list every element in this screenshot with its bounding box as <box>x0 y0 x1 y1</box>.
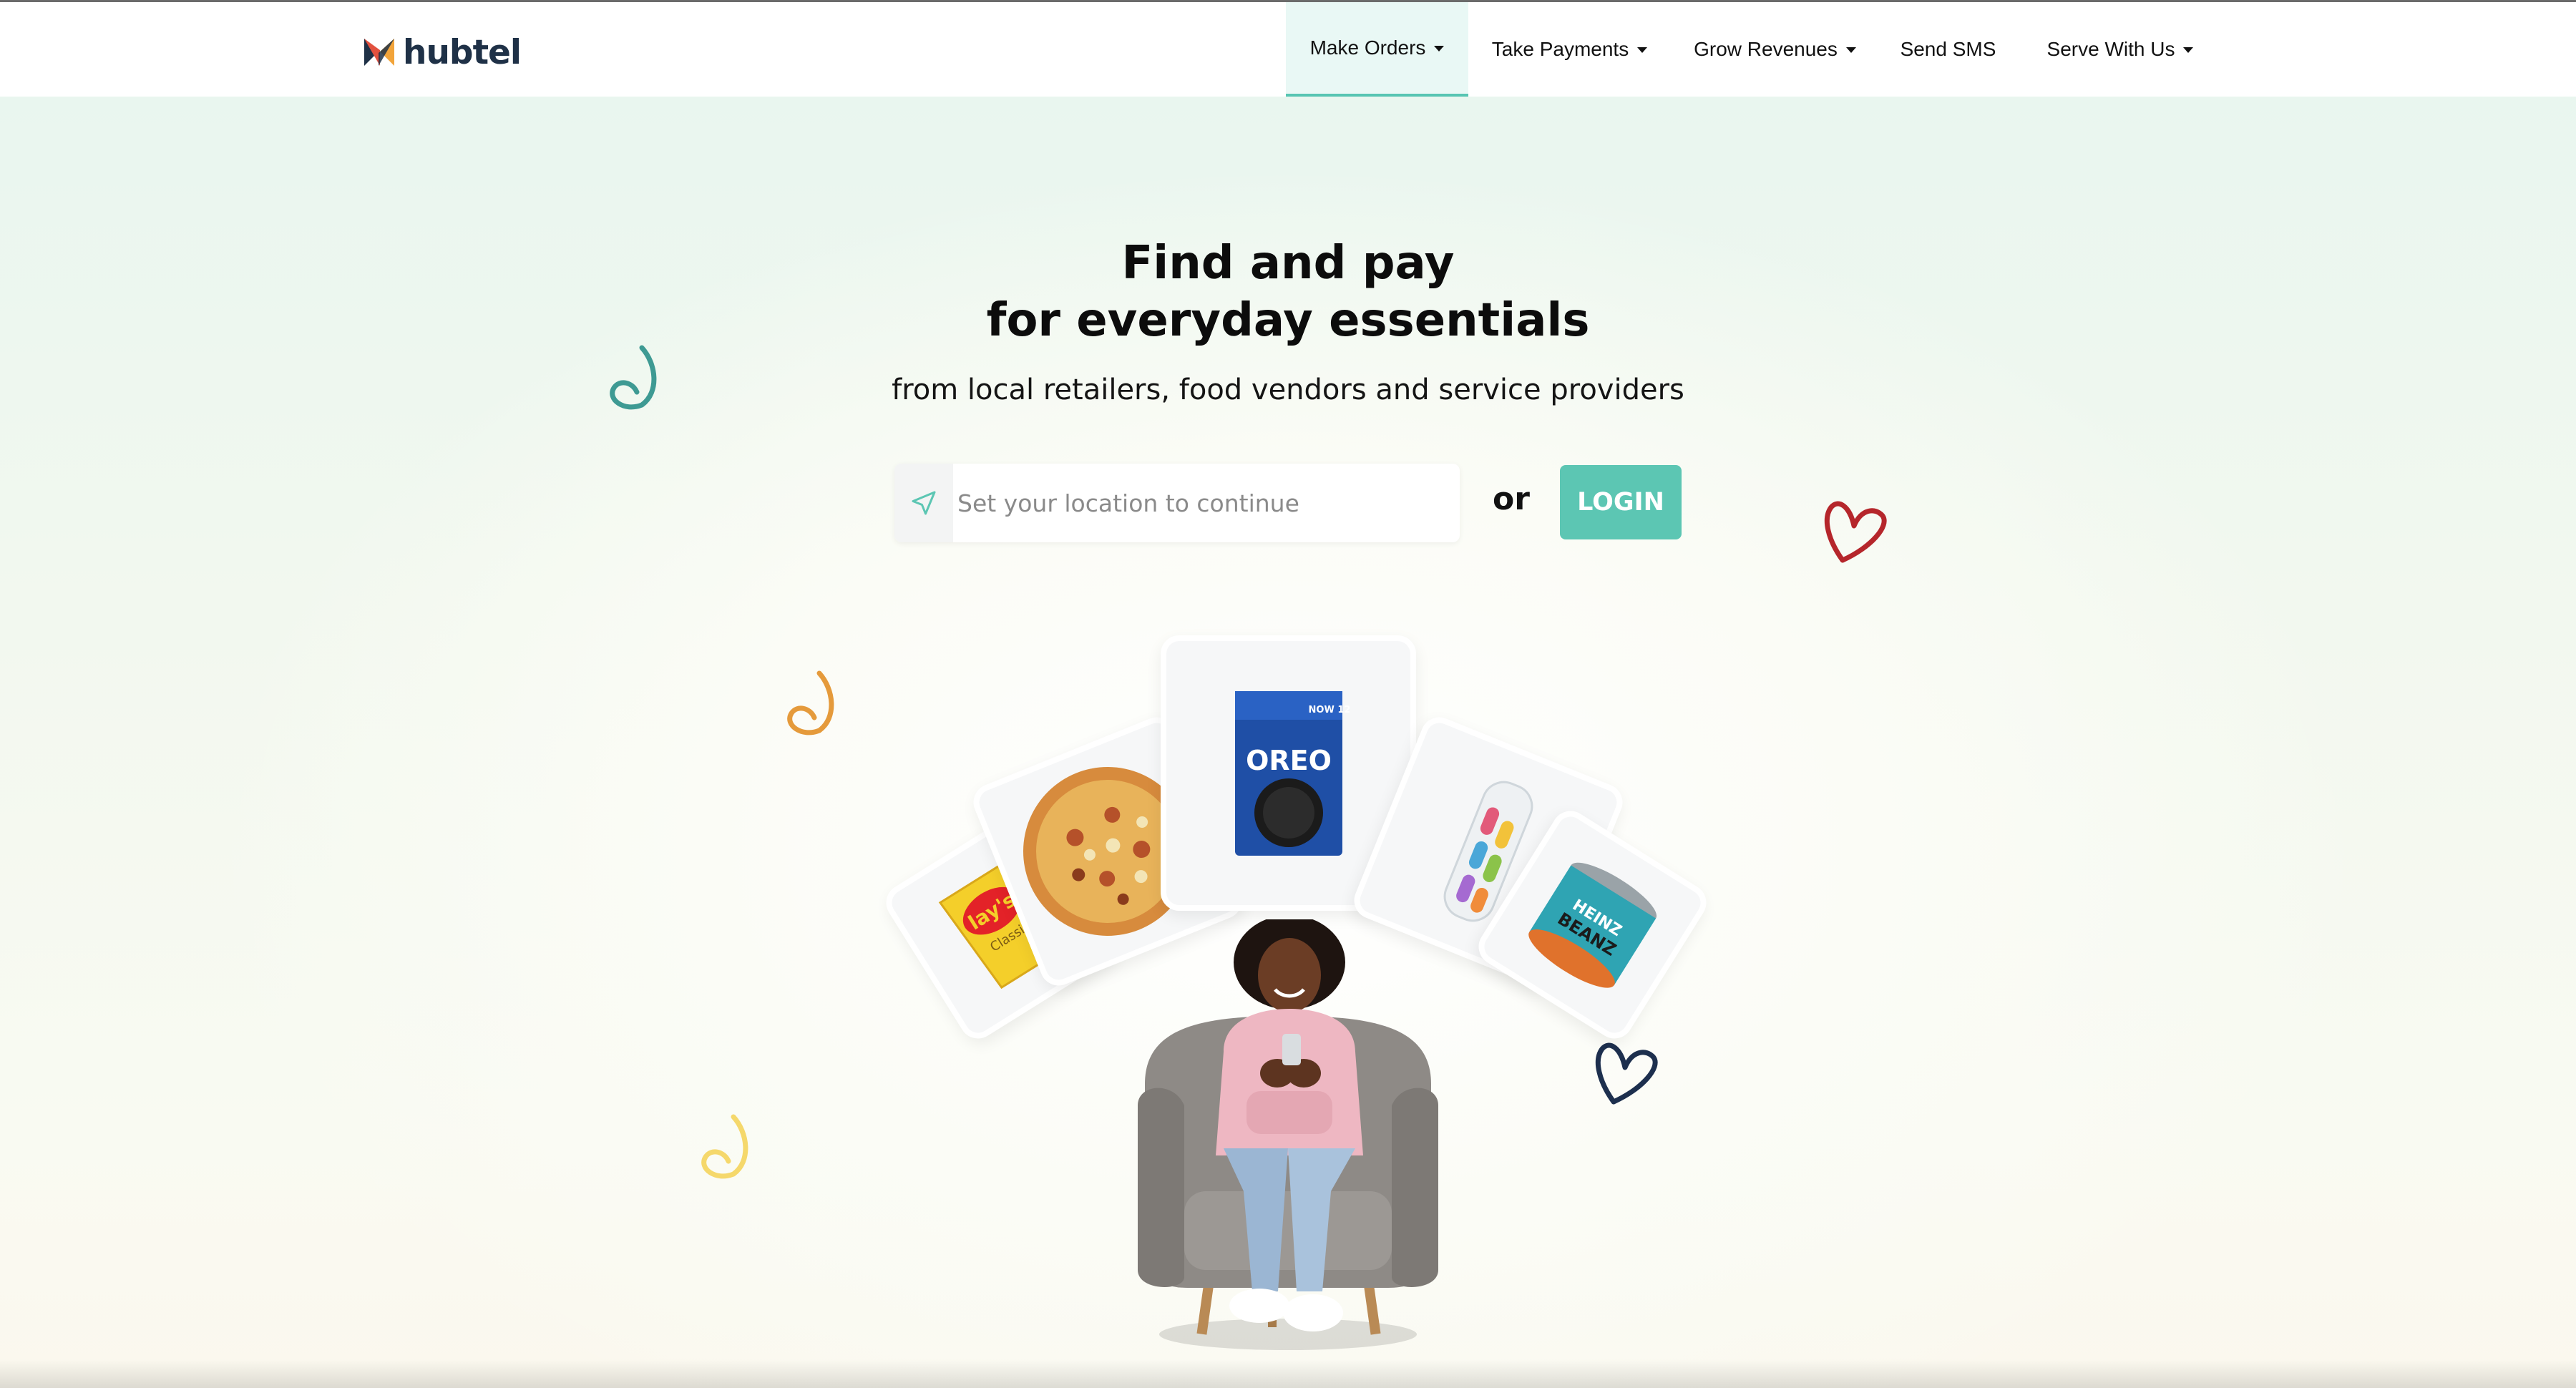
location-input[interactable] <box>953 464 1460 542</box>
chevron-down-icon <box>2183 47 2194 53</box>
orange-heart-doodle-icon <box>787 670 834 735</box>
chevron-down-icon <box>1637 47 1648 53</box>
nav-take-payments-label: Take Payments <box>1491 38 1629 60</box>
top-navbar: hubtel Make Orders Take Payments Grow Re… <box>0 2 2576 97</box>
chevron-down-icon <box>1434 46 1445 52</box>
login-button[interactable]: LOGIN <box>1560 465 1682 539</box>
beans-can-icon: HEINZ BEANZ <box>1528 862 1657 987</box>
location-icon-container[interactable] <box>894 464 953 542</box>
hubtel-logo-icon <box>364 39 394 66</box>
navy-heart-doodle-icon <box>1595 1042 1658 1105</box>
hero-title-line2: for everyday essentials <box>986 294 1590 347</box>
chevron-down-icon <box>1845 47 1856 53</box>
nav-make-orders[interactable]: Make Orders <box>1286 2 1468 97</box>
nav-make-orders-label: Make Orders <box>1309 36 1426 59</box>
teal-heart-doodle-icon <box>610 345 657 410</box>
hubtel-logo[interactable]: hubtel <box>363 32 522 72</box>
page-bottom-shadow <box>0 1359 2576 1388</box>
hero-subtitle: from local retailers, food vendors and s… <box>892 373 1684 406</box>
nav-serve-with-us[interactable]: Serve With Us <box>2034 2 2206 97</box>
cookies-brand-text: OREO <box>1246 745 1332 776</box>
or-separator: or <box>1493 481 1530 517</box>
logo-text: hubtel <box>403 32 522 72</box>
nav-serve-with-us-label: Serve With Us <box>2046 38 2175 60</box>
red-heart-doodle-icon <box>1824 501 1887 563</box>
nav-grow-revenues[interactable]: Grow Revenues <box>1680 2 1870 97</box>
nav-grow-revenues-label: Grow Revenues <box>1694 38 1838 60</box>
location-search-box <box>894 464 1460 542</box>
nav-send-sms[interactable]: Send SMS <box>1889 2 2007 97</box>
navigation-arrow-icon <box>912 491 936 515</box>
hero-title-line1: Find and pay <box>1121 237 1455 290</box>
cookies-badge-text: NOW 12 <box>1308 705 1349 715</box>
nav-send-sms-label: Send SMS <box>1900 38 1996 60</box>
yellow-heart-doodle-icon <box>701 1114 748 1179</box>
cookies-box-icon: OREO NOW 12 <box>1234 690 1350 856</box>
nav-take-payments[interactable]: Take Payments <box>1478 2 1661 97</box>
woman-in-armchair-illustration <box>1138 919 1438 1350</box>
